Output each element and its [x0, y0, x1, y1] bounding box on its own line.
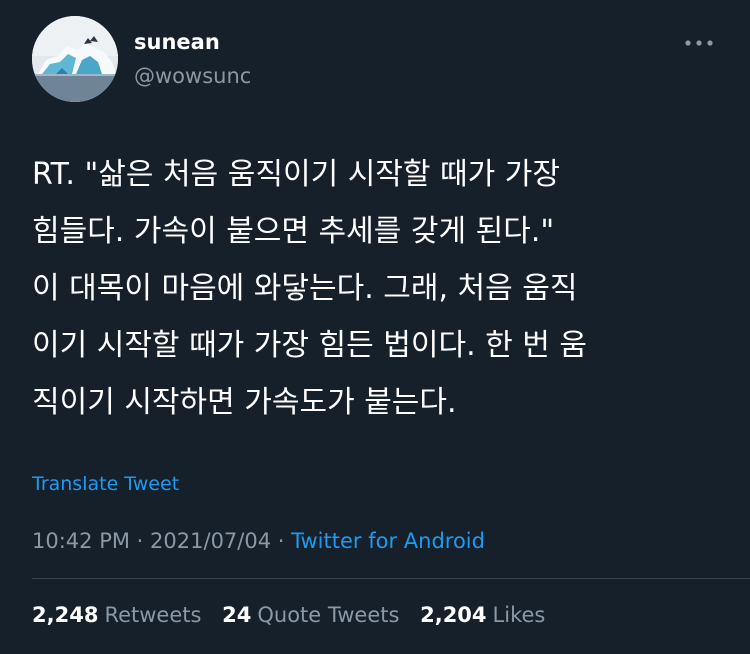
- translate-tweet-link[interactable]: Translate Tweet: [32, 470, 179, 498]
- divider: [32, 578, 750, 579]
- retweets-stat[interactable]: 2,248 Retweets: [32, 600, 201, 630]
- likes-stat[interactable]: 2,204 Likes: [420, 600, 545, 630]
- author-avatar[interactable]: [32, 16, 118, 102]
- tweet-card: sunean @wowsunc RT. "삶은 처음 움직이기 시작할 때가 가…: [0, 0, 750, 654]
- author-handle[interactable]: @wowsunc: [134, 62, 251, 90]
- more-dots-icon: [685, 40, 713, 46]
- tweet-text-line: 이 대목이 마음에 와닿는다. 그래, 처음 움직: [32, 271, 578, 306]
- iceberg-photo-icon: [32, 16, 118, 102]
- tweet-date[interactable]: 2021/07/04: [150, 529, 271, 553]
- tweet-text-line: 이기 시작할 때가 가장 힘든 법이다. 한 번 움: [32, 328, 588, 363]
- tweet-text-line: 직이기 시작하면 가속도가 붙는다.: [32, 385, 457, 420]
- retweets-label: Retweets: [104, 603, 202, 627]
- tweet-text-line: RT. "삶은 처음 움직이기 시작할 때가 가장: [32, 157, 560, 192]
- tweet-source-link[interactable]: Twitter for Android: [291, 529, 485, 553]
- retweets-count: 2,248: [32, 603, 99, 627]
- likes-label: Likes: [492, 603, 546, 627]
- meta-separator: ·: [277, 529, 285, 553]
- quote-tweets-count: 24: [222, 603, 252, 627]
- tweet-text: RT. "삶은 처음 움직이기 시작할 때가 가장 힘들다. 가속이 붙으면 추…: [32, 146, 722, 431]
- tweet-text-line: 힘들다. 가속이 붙으면 추세를 갖게 된다.": [32, 214, 555, 249]
- quote-tweets-stat[interactable]: 24 Quote Tweets: [222, 600, 399, 630]
- quote-tweets-label: Quote Tweets: [257, 603, 400, 627]
- likes-count: 2,204: [420, 603, 487, 627]
- more-options-button[interactable]: [676, 26, 722, 60]
- tweet-meta: 10:42 PM · 2021/07/04 · Twitter for Andr…: [32, 526, 485, 556]
- tweet-time[interactable]: 10:42 PM: [32, 529, 130, 553]
- meta-separator: ·: [136, 529, 144, 553]
- tweet-stats: 2,248 Retweets 24 Quote Tweets 2,204 Likes: [32, 600, 559, 630]
- author-display-name[interactable]: sunean: [134, 28, 220, 56]
